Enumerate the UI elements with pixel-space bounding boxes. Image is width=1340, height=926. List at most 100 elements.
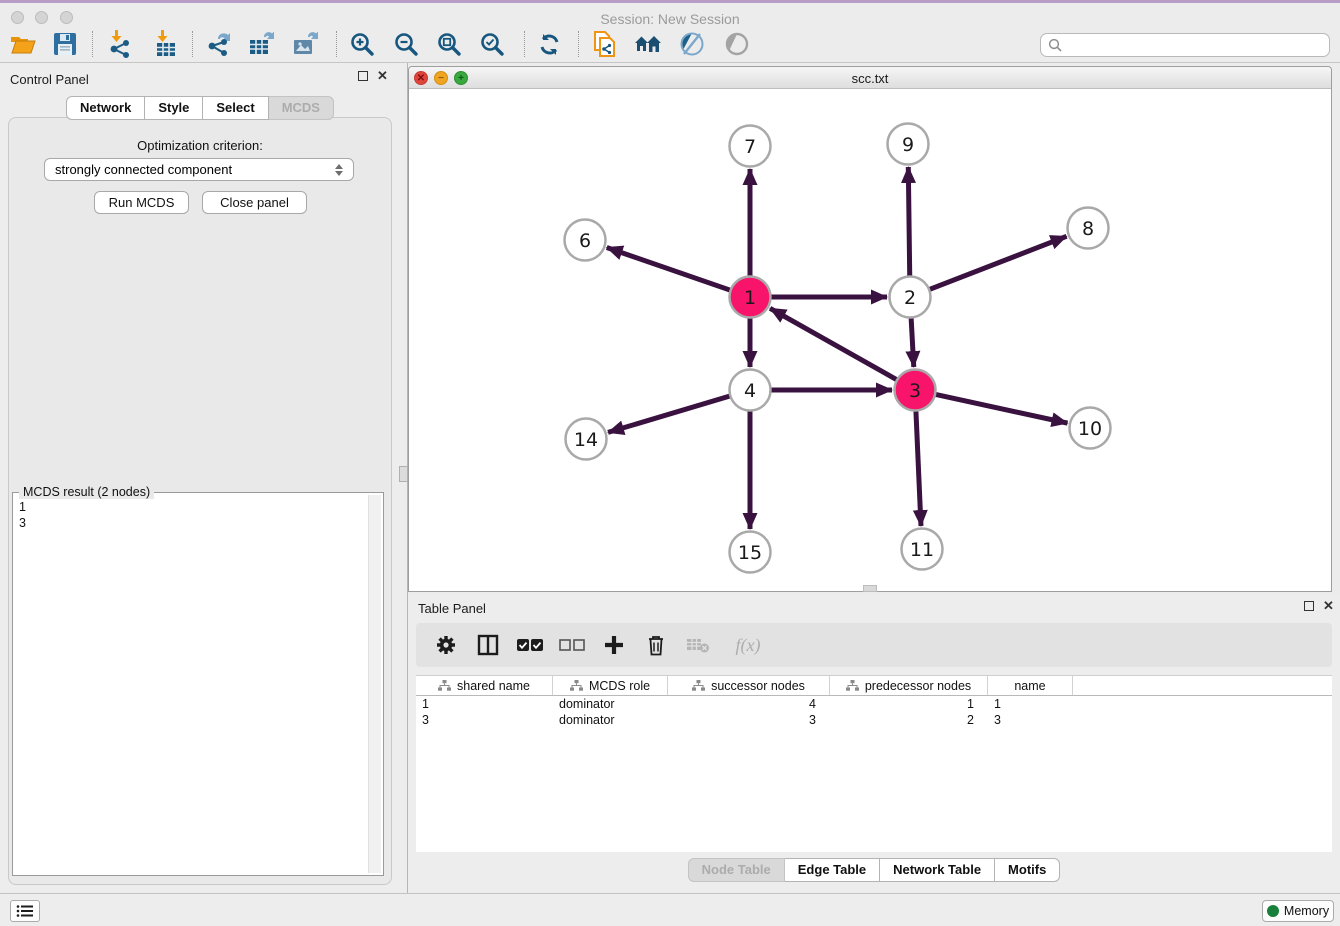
home-icon[interactable] [631,29,665,59]
graph-node-9[interactable]: 9 [888,124,929,165]
close-table-panel-icon[interactable]: ✕ [1323,601,1334,611]
optimization-criterion-select[interactable]: strongly connected component [44,158,354,181]
close-panel-icon[interactable]: ✕ [377,71,388,81]
split-columns-icon[interactable] [474,631,502,659]
task-history-button[interactable] [10,900,40,922]
toolbar-separator [578,31,579,57]
column-header-shared-name[interactable]: shared name [416,676,553,695]
status-bar: Memory [0,893,1340,926]
graph-node-7[interactable]: 7 [730,126,771,167]
main-toolbar [0,26,1340,63]
graph-node-6[interactable]: 6 [565,220,606,261]
network-resize-grip[interactable] [863,585,877,592]
export-network-icon[interactable] [203,29,237,59]
table-panel: Table Panel ✕ f(x) shared nameMCDS roles… [408,595,1340,893]
edge-4-14[interactable] [608,396,730,433]
network-view-window: ✕ − + scc.txt 7968124314101511 [408,66,1332,592]
tab-edge-table[interactable]: Edge Table [785,858,880,882]
open-file-icon[interactable] [6,29,40,59]
column-label: successor nodes [711,679,805,693]
column-type-icon [846,680,859,691]
cell-MCDS-role: dominator [553,696,668,712]
table-panel-tabs: Node TableEdge TableNetwork TableMotifs [408,858,1340,882]
zoom-selected-icon[interactable] [475,29,509,59]
window-title: Session: New Session [0,11,1340,27]
zoom-out-icon[interactable] [389,29,423,59]
tab-network[interactable]: Network [66,96,145,120]
network-window-title: scc.txt [409,71,1331,86]
graph-node-4[interactable]: 4 [730,370,771,411]
node-label: 6 [579,230,591,252]
apply-style-icon[interactable] [675,29,709,59]
search-input[interactable] [1063,35,1329,55]
select-all-icon[interactable] [516,631,544,659]
graph-node-15[interactable]: 15 [730,532,771,573]
graph-node-3[interactable]: 3 [895,370,936,411]
column-type-icon [570,680,583,691]
toolbar-separator [92,31,93,57]
run-mcds-button[interactable]: Run MCDS [94,191,189,214]
edge-1-6[interactable] [607,248,731,291]
column-header-predecessor-nodes[interactable]: predecessor nodes [830,676,988,695]
cell-MCDS-role: dominator [553,712,668,728]
edge-2-3[interactable] [911,317,914,367]
tab-select[interactable]: Select [203,96,268,120]
duplicate-network-icon[interactable] [588,29,622,59]
edge-2-8[interactable] [929,236,1066,289]
graph-node-11[interactable]: 11 [902,529,943,570]
graph-node-10[interactable]: 10 [1070,408,1111,449]
network-graph: 7 9 6 8 1 2 4 3 14 10 15 11 [409,89,1331,591]
float-panel-icon[interactable] [358,71,368,81]
import-table-icon[interactable] [149,29,183,59]
edge-3-10[interactable] [935,394,1067,423]
tab-network-table[interactable]: Network Table [880,858,995,882]
add-column-icon[interactable] [600,631,628,659]
toolbar-separator [336,31,337,57]
divider-grip[interactable] [399,466,408,482]
node-label: 15 [738,542,762,564]
zoom-in-icon[interactable] [345,29,379,59]
graph-node-1[interactable]: 1 [730,277,771,318]
table-row[interactable]: 1dominator411 [416,696,1332,712]
list-icon [16,904,34,918]
result-scrollbar[interactable] [368,495,381,873]
close-panel-button[interactable]: Close panel [202,191,307,214]
float-table-panel-icon[interactable] [1304,601,1314,611]
column-type-icon [438,680,451,691]
export-table-icon[interactable] [245,29,279,59]
export-image-icon[interactable] [289,29,323,59]
control-panel: Control Panel ✕ NetworkStyleSelectMCDS O… [0,63,400,893]
graph-node-14[interactable]: 14 [566,419,607,460]
column-header-successor-nodes[interactable]: successor nodes [668,676,830,695]
refresh-icon[interactable] [532,29,566,59]
search-icon [1048,38,1063,53]
zoom-fit-icon[interactable] [432,29,466,59]
delete-table-icon [684,631,712,659]
memory-status-icon [1267,905,1279,917]
cell-name: 3 [988,712,1073,728]
save-session-icon[interactable] [48,29,82,59]
edge-2-9[interactable] [908,167,909,277]
edge-3-1[interactable] [770,308,897,380]
unselect-all-icon[interactable] [558,631,586,659]
import-network-icon[interactable] [103,29,137,59]
column-label: name [1014,679,1045,693]
eye-icon[interactable] [720,29,754,59]
tab-mcds[interactable]: MCDS [269,96,334,120]
memory-button[interactable]: Memory [1262,900,1334,922]
cell-predecessor-nodes: 2 [830,712,988,728]
network-canvas[interactable]: 7 9 6 8 1 2 4 3 14 10 15 11 [409,89,1331,591]
column-label: shared name [457,679,530,693]
graph-node-8[interactable]: 8 [1068,208,1109,249]
graph-node-2[interactable]: 2 [890,277,931,318]
gear-icon[interactable] [432,631,460,659]
column-header-MCDS-role[interactable]: MCDS role [553,676,668,695]
tab-node-table[interactable]: Node Table [688,858,785,882]
delete-column-icon[interactable] [642,631,670,659]
tab-style[interactable]: Style [145,96,203,120]
table-row[interactable]: 3dominator323 [416,712,1332,728]
tab-motifs[interactable]: Motifs [995,858,1060,882]
column-header-name[interactable]: name [988,676,1073,695]
cell-name: 1 [988,696,1073,712]
edge-3-11[interactable] [916,410,921,526]
